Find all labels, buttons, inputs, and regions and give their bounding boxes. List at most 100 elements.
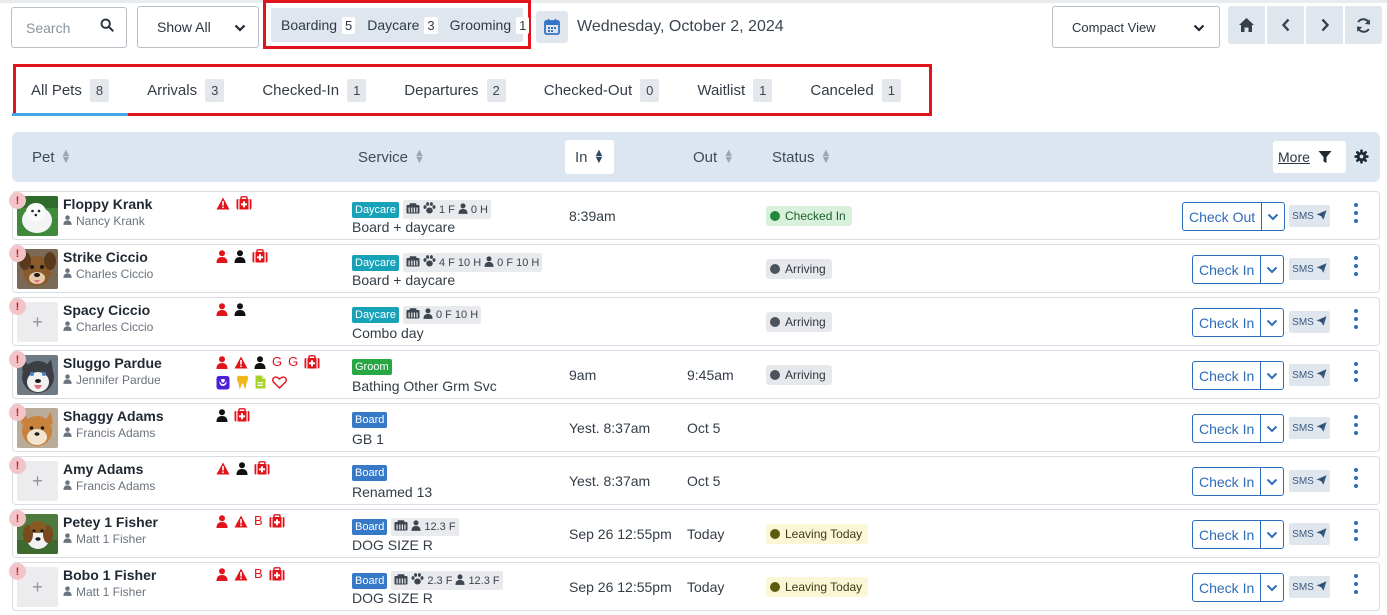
check-in-button[interactable]: Check In (1192, 467, 1285, 496)
table-row[interactable]: ! Strike Ciccio Charles Ciccio Daycare 4 F 1… (9, 244, 1380, 293)
flag-letter-badge[interactable]: B (254, 566, 263, 582)
flag-letter-badge[interactable]: B (254, 513, 263, 529)
action-label[interactable]: Check In (1193, 362, 1262, 389)
owner-name[interactable]: Charles Ciccio (63, 267, 153, 281)
tab-departures[interactable]: Departures 2 (404, 67, 506, 113)
sms-button[interactable]: SMS (1289, 205, 1330, 227)
alert-triangle-icon[interactable] (234, 354, 248, 370)
alert-badge-icon[interactable]: ! (9, 404, 26, 421)
action-label[interactable]: Check In (1193, 574, 1262, 601)
person-icon[interactable] (236, 460, 248, 476)
medical-kit-icon[interactable] (269, 566, 285, 582)
action-label[interactable]: Check In (1193, 521, 1262, 548)
refresh-button[interactable] (1345, 6, 1382, 44)
more-options-icon[interactable] (1351, 362, 1361, 382)
action-label[interactable]: Check In (1193, 256, 1262, 283)
alert-badge-icon[interactable]: ! (9, 457, 26, 474)
pet-name[interactable]: Petey 1 Fisher (63, 514, 158, 530)
alert-triangle-icon[interactable] (216, 195, 230, 211)
more-options-icon[interactable] (1351, 415, 1361, 435)
filter-select[interactable]: Show All (137, 6, 259, 48)
owner-name[interactable]: Francis Adams (63, 426, 155, 440)
person-icon[interactable] (216, 407, 228, 423)
column-header-status[interactable]: Status ▲ ▼ (772, 132, 831, 182)
check-in-button[interactable]: Check In (1192, 361, 1285, 390)
person-icon[interactable] (234, 301, 246, 317)
more-options-icon[interactable] (1351, 521, 1361, 541)
calendar-button[interactable] (536, 11, 568, 43)
sms-button[interactable]: SMS (1289, 311, 1330, 333)
column-header-pet[interactable]: Pet ▲ ▼ (32, 132, 71, 182)
pet-name[interactable]: Spacy Ciccio (63, 302, 150, 318)
previous-day-button[interactable] (1267, 6, 1304, 44)
owner-name[interactable]: Jennifer Pardue (63, 373, 161, 387)
medical-kit-icon[interactable] (234, 407, 250, 423)
count-daycare[interactable]: Daycare 3 (367, 16, 438, 34)
chevron-down-icon[interactable] (1261, 309, 1283, 336)
owner-name[interactable]: Matt 1 Fisher (63, 585, 146, 599)
tab-checked-out[interactable]: Checked-Out 0 (544, 67, 660, 113)
heart-icon[interactable] (272, 374, 287, 390)
medical-kit-icon[interactable] (252, 248, 268, 264)
bag-icon[interactable] (216, 374, 230, 390)
alert-triangle-icon[interactable] (216, 460, 230, 476)
chevron-down-icon[interactable] (1261, 521, 1283, 548)
chevron-down-icon[interactable] (1262, 203, 1284, 230)
action-label[interactable]: Check Out (1183, 203, 1263, 230)
chevron-down-icon[interactable] (1261, 256, 1283, 283)
person-icon[interactable] (216, 354, 228, 370)
owner-name[interactable]: Charles Ciccio (63, 320, 153, 334)
alert-badge-icon[interactable]: ! (9, 298, 26, 315)
column-header-out[interactable]: Out ▲ ▼ (693, 132, 734, 182)
chevron-down-icon[interactable] (1261, 362, 1283, 389)
person-icon[interactable] (216, 301, 228, 317)
document-icon[interactable] (255, 374, 266, 390)
more-filter-button[interactable]: More (1273, 141, 1346, 173)
check-in-button[interactable]: Check In (1192, 414, 1285, 443)
sms-button[interactable]: SMS (1289, 417, 1330, 439)
more-options-icon[interactable] (1351, 468, 1361, 488)
chevron-down-icon[interactable] (1261, 574, 1283, 601)
owner-name[interactable]: Francis Adams (63, 479, 155, 493)
sms-button[interactable]: SMS (1289, 470, 1330, 492)
flag-letter-badge[interactable]: G (272, 354, 282, 370)
alert-triangle-icon[interactable] (234, 513, 248, 529)
chevron-down-icon[interactable] (1261, 415, 1283, 442)
person-icon[interactable] (254, 354, 266, 370)
pet-name[interactable]: Bobo 1 Fisher (63, 567, 156, 583)
count-grooming[interactable]: Grooming 1 (450, 16, 530, 34)
pet-name[interactable]: Amy Adams (63, 461, 143, 477)
column-header-service[interactable]: Service ▲ ▼ (358, 132, 425, 182)
tab-all-pets[interactable]: All Pets 8 (31, 67, 110, 113)
more-options-icon[interactable] (1351, 309, 1361, 329)
count-boarding[interactable]: Boarding 5 (281, 16, 356, 34)
sms-button[interactable]: SMS (1289, 258, 1330, 280)
pet-name[interactable]: Floppy Krank (63, 196, 152, 212)
search-icon[interactable] (100, 18, 114, 37)
flag-letter-badge[interactable]: G (288, 354, 298, 370)
alert-triangle-icon[interactable] (234, 566, 248, 582)
next-day-button[interactable] (1306, 6, 1343, 44)
chevron-down-icon[interactable] (1261, 468, 1283, 495)
pet-name[interactable]: Sluggo Pardue (63, 355, 162, 371)
home-button[interactable] (1228, 6, 1265, 44)
tab-checked-in[interactable]: Checked-In 1 (262, 67, 367, 113)
search-input[interactable]: Search (11, 7, 127, 48)
table-row[interactable]: ! Petey 1 Fisher Matt 1 Fisher B Board 12.3 F… (9, 509, 1380, 558)
action-label[interactable]: Check In (1193, 415, 1262, 442)
table-row[interactable]: ! Floppy Krank Nancy Krank Daycare 1 F 0 H Boa… (9, 191, 1380, 240)
column-header-in[interactable]: In ▲ ▼ (565, 140, 615, 174)
check-in-button[interactable]: Check In (1192, 573, 1285, 602)
more-options-icon[interactable] (1351, 574, 1361, 594)
medical-kit-icon[interactable] (304, 354, 320, 370)
table-row[interactable]: ! + Amy Adams Francis Adams Board Renamed 13 Y… (9, 456, 1380, 505)
medical-kit-icon[interactable] (236, 195, 252, 211)
settings-button[interactable] (1354, 149, 1369, 169)
check-out-button[interactable]: Check Out (1182, 202, 1286, 231)
view-select[interactable]: Compact View (1052, 6, 1220, 48)
person-icon[interactable] (216, 566, 228, 582)
medical-kit-icon[interactable] (254, 460, 270, 476)
more-options-icon[interactable] (1351, 256, 1361, 276)
pet-name[interactable]: Shaggy Adams (63, 408, 164, 424)
sms-button[interactable]: SMS (1289, 523, 1330, 545)
